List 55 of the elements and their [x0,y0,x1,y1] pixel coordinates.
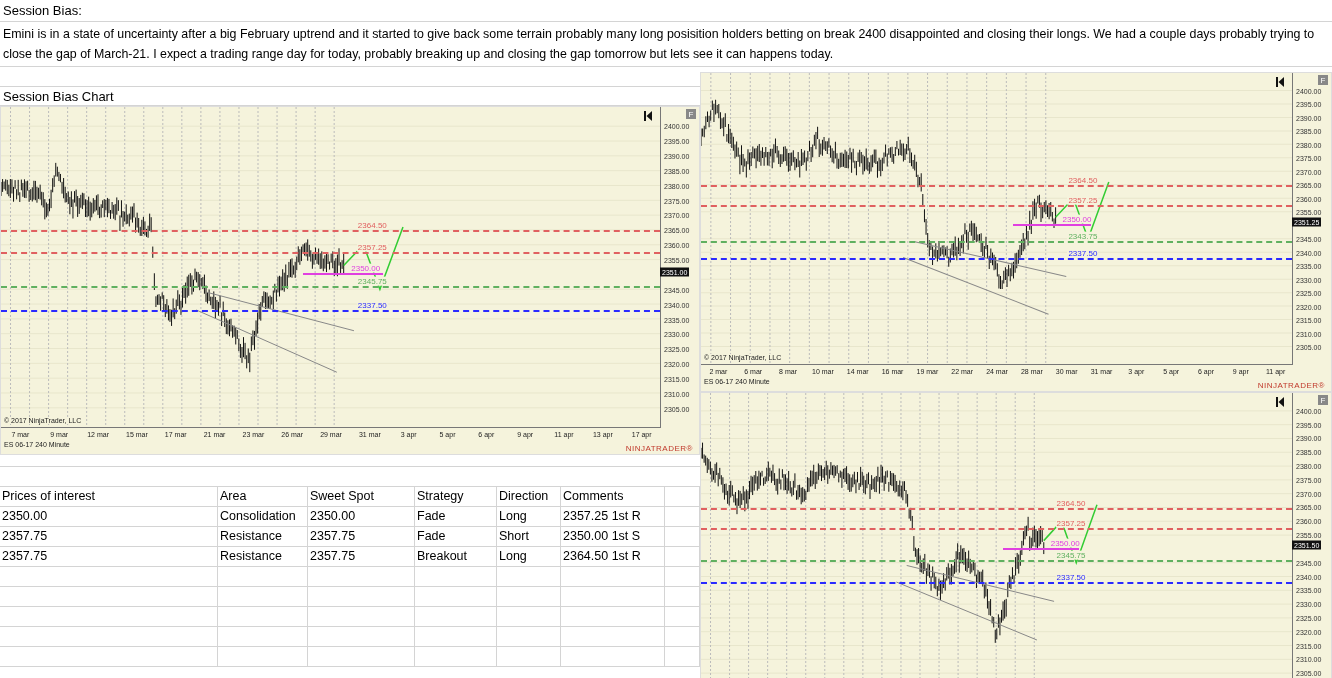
level-label: 2350.00 [1049,538,1081,548]
ninjatrader-logo: NINJATRADER® [1257,381,1325,390]
empty-cell [497,607,561,627]
table-cell: Fade [415,507,497,527]
level-label: 2345.75 [1055,550,1087,560]
level-label: 2337.50 [1055,573,1087,583]
column-header: Sweet Spot [308,487,415,507]
table-cell: Resistance [218,527,308,547]
level-label: 2350.00 [350,264,382,274]
table-cell: Long [497,547,561,567]
level-label: 2357.25 [1067,195,1099,205]
format-button[interactable]: F [1318,395,1328,405]
table-cell: 2350.00 1st S [561,527,665,547]
column-header: Strategy [415,487,497,507]
column-header: Direction [497,487,561,507]
ninjatrader-logo: NINJATRADER® [625,444,693,453]
table-cell: Breakout [415,547,497,567]
format-button[interactable]: F [1318,75,1328,85]
table-cell: 2357.75 [0,547,218,567]
table-cell: 2357.75 [0,527,218,547]
level-label: 2357.25 [356,242,388,252]
format-button[interactable]: F [686,109,696,119]
go-to-end-icon[interactable] [1276,397,1284,407]
level-label: 2350.00 [1061,214,1093,224]
empty-cell [497,647,561,667]
level-label: 2364.50 [356,221,388,231]
table-cell: 2350.00 [308,507,415,527]
empty-cell [497,627,561,647]
table-cell: Consolidation [218,507,308,527]
chart-title: Session Bias Chart [3,88,114,104]
column-header: Prices of interest [0,487,218,507]
level-label: 2337.50 [1067,248,1099,258]
empty-cell [497,587,561,607]
go-to-end-icon[interactable] [644,111,652,121]
empty-cell [497,567,561,587]
table-cell: Fade [415,527,497,547]
column-header: Area [218,487,308,507]
bias-paragraph: Emini is in a state of uncertainty after a big February uptrend and it started to give back some terrain probably many long posisition holders betting on break 2400 disappointed and closing their longs. We had a couple days probably trying to close the gap of March-21. I expect a trading range day for today, probably breaking up and closing the gap tomorrow but lets see it can happens today. [3,27,1315,61]
level-label: 2345.75 [356,276,388,286]
level-label: 2357.25 [1055,518,1087,528]
level-label: 2337.50 [356,301,388,311]
table-cell: 2364.50 1st R [561,547,665,567]
table-cell: 2350.00 [0,507,218,527]
sheet-title: Session Bias: [3,3,82,18]
column-header: Comments [561,487,665,507]
level-label: 2364.50 [1055,498,1087,508]
table-cell: 2357.75 [308,547,415,567]
go-to-end-icon[interactable] [1276,77,1284,87]
table-cell: Resistance [218,547,308,567]
table-cell: Short [497,527,561,547]
table-cell: 2357.75 [308,527,415,547]
level-label: 2343.75 [1067,231,1099,241]
level-label: 2364.50 [1067,175,1099,185]
table-cell: Long [497,507,561,527]
table-cell: 2357.25 1st R [561,507,665,527]
